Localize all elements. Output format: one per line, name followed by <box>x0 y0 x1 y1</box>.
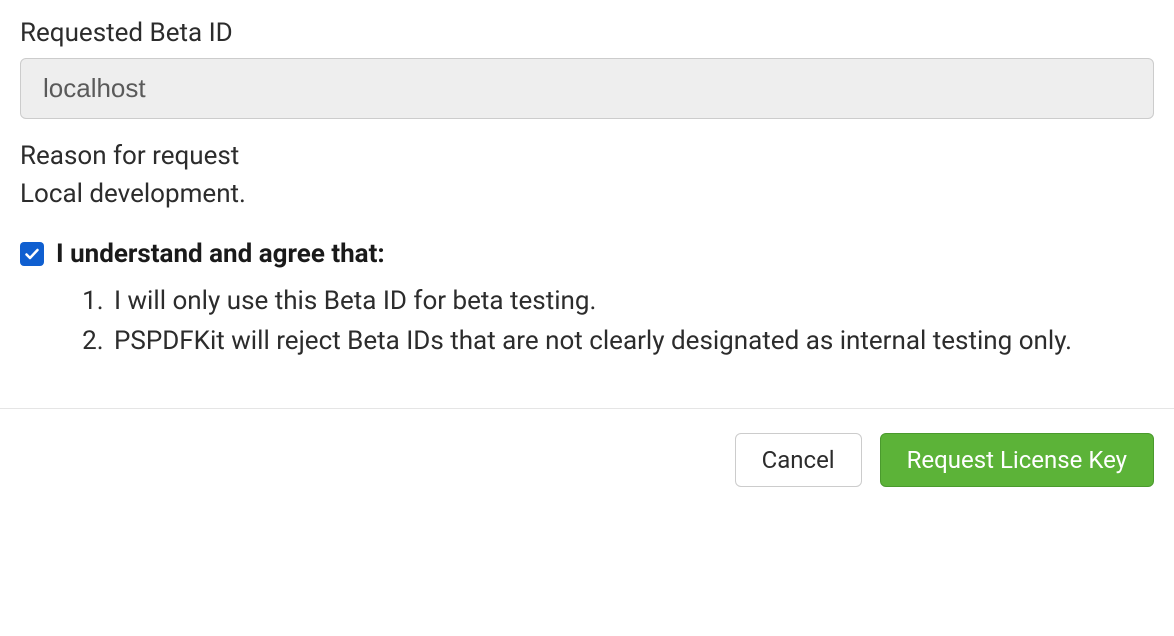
agreement-heading: I understand and agree that: <box>56 239 385 269</box>
button-row: Cancel Request License Key <box>20 409 1154 511</box>
beta-id-group: Requested Beta ID <box>20 18 1154 119</box>
checkmark-icon <box>24 246 40 262</box>
reason-value: Local development. <box>20 179 1154 209</box>
beta-id-label: Requested Beta ID <box>20 18 1154 48</box>
agreement-checkbox-wrap <box>20 242 44 266</box>
agreement-list: I will only use this Beta ID for beta te… <box>20 283 1154 360</box>
agreement-checkbox[interactable] <box>20 242 44 266</box>
reason-group: Reason for request Local development. <box>20 141 1154 209</box>
cancel-button[interactable]: Cancel <box>735 433 862 487</box>
agreement-item: I will only use this Beta ID for beta te… <box>110 283 1154 321</box>
agreement-item: PSPDFKit will reject Beta IDs that are n… <box>110 323 1154 361</box>
request-license-key-button[interactable]: Request License Key <box>880 433 1154 487</box>
beta-id-input[interactable] <box>20 58 1154 119</box>
agreement-row: I understand and agree that: <box>20 239 1154 269</box>
reason-label: Reason for request <box>20 141 1154 171</box>
